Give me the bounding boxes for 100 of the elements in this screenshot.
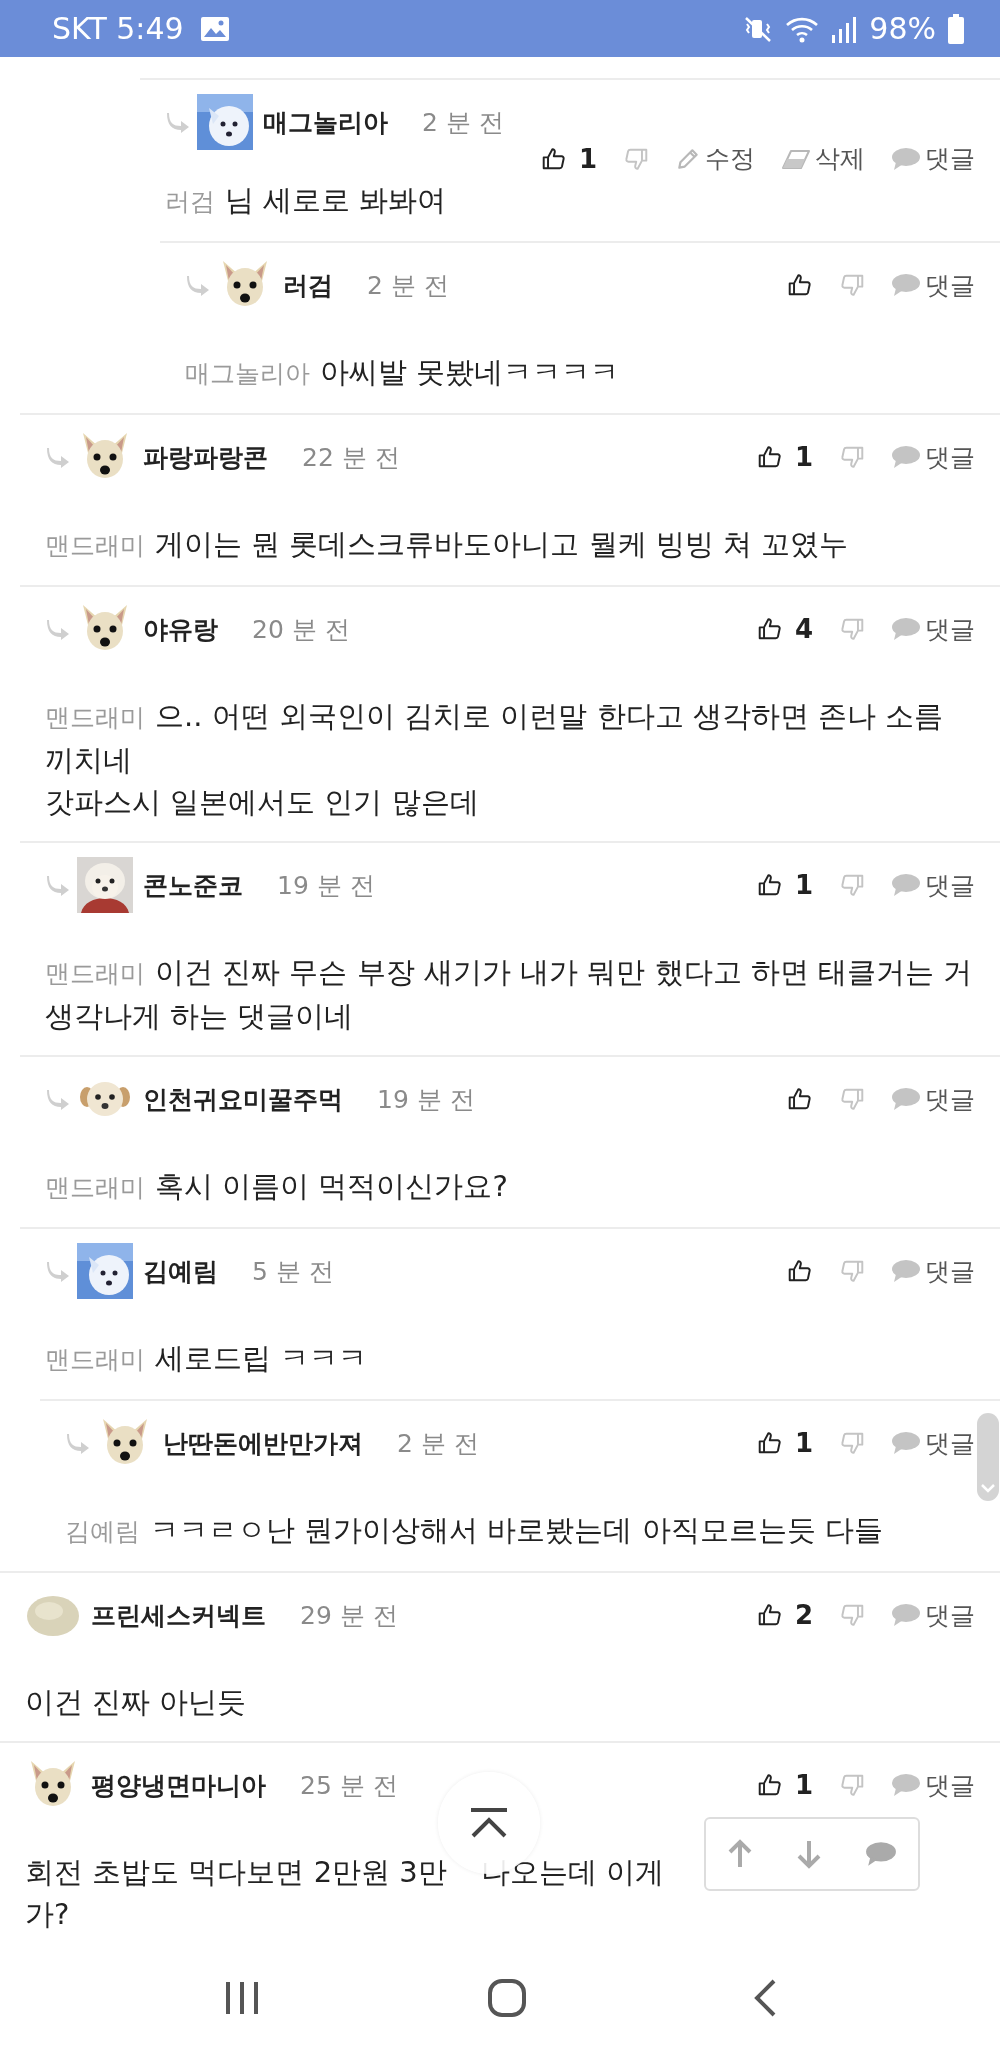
author-name: 콘노준코 — [143, 869, 243, 902]
speech-bubble-icon — [891, 1259, 921, 1283]
author-name: 김예림 — [143, 1255, 218, 1288]
dislike-button[interactable] — [839, 1258, 865, 1284]
comment-text: 러검 님 세로로 봐봐여 — [165, 182, 448, 219]
up-arrow-button[interactable] — [727, 1839, 754, 1869]
delete-button[interactable]: 삭제 — [781, 142, 865, 175]
thumbs-up-icon — [787, 272, 813, 298]
scroll-handle[interactable] — [977, 1413, 999, 1501]
dislike-button[interactable] — [839, 1772, 865, 1798]
comment-text: 맨드래미 세로드립 ㅋㅋㅋ — [45, 1340, 369, 1377]
reply-arrow-icon — [45, 1088, 71, 1110]
reply-button[interactable]: 댓글 — [891, 142, 975, 175]
like-button[interactable] — [787, 272, 813, 298]
speech-bubble-icon — [891, 445, 921, 469]
thumbs-down-icon — [839, 444, 865, 470]
thumbs-up-icon — [756, 616, 783, 642]
chevron-down-icon — [980, 1483, 996, 1493]
gallery-icon — [199, 15, 230, 42]
speech-bubble-icon — [864, 1841, 897, 1867]
reply-arrow-icon — [45, 874, 71, 896]
comment-text: 맨드래미 이건 진짜 무슨 부장 새기가 내가 뭐만 했다고 하면 태클거는 거 생각나게 하는 댓글이네 — [45, 954, 974, 1035]
reply-arrow-icon — [45, 446, 71, 468]
comment-text: 이건 진짜 아닌듯 — [25, 1684, 248, 1721]
thumbs-up-icon — [540, 145, 567, 172]
speech-bubble-icon — [891, 1087, 921, 1111]
speech-bubble-icon — [891, 873, 921, 897]
reply-arrow-icon — [65, 1432, 91, 1454]
reply-button[interactable]: 댓글 — [891, 612, 975, 646]
like-button[interactable]: 1 — [756, 442, 813, 472]
thumbs-down-icon — [839, 1258, 865, 1284]
reply-button[interactable]: 댓글 — [891, 1254, 975, 1288]
reply-button[interactable]: 댓글 — [891, 1082, 975, 1116]
thumbs-up-icon — [787, 1258, 813, 1284]
reply-arrow-icon — [185, 274, 211, 296]
carrier-time: SKT 5:49 — [52, 11, 184, 46]
timestamp: 2 분 전 — [367, 269, 449, 302]
author-name: 러검 — [283, 269, 333, 302]
dislike-button[interactable] — [839, 272, 865, 298]
speech-bubble-icon — [891, 146, 921, 171]
dislike-button[interactable] — [839, 1086, 865, 1112]
thumbs-down-icon — [839, 872, 865, 898]
author-name: 프린세스커넥트 — [91, 1599, 266, 1632]
comment-text: 나오는데 이게 — [480, 1855, 664, 1889]
reply-button[interactable]: 댓글 — [891, 1426, 975, 1460]
edit-button[interactable]: 수정 — [675, 142, 755, 175]
timestamp: 25 분 전 — [300, 1769, 398, 1802]
up-arrow-icon — [727, 1839, 754, 1869]
timestamp: 5 분 전 — [252, 1255, 334, 1288]
battery-percent: 98% — [869, 11, 936, 46]
dislike-button[interactable] — [839, 444, 865, 470]
timestamp: 20 분 전 — [252, 613, 350, 646]
timestamp: 2 분 전 — [422, 106, 504, 139]
like-button[interactable]: 1 — [756, 1428, 813, 1458]
dog-avatar — [197, 94, 253, 150]
comment-text: 갓파스시 일본에서도 인기 많은데 — [45, 784, 480, 821]
thumbs-up-icon — [756, 444, 783, 470]
comment-text: 가? — [25, 1896, 71, 1933]
reply-button[interactable]: 댓글 — [891, 268, 975, 302]
dislike-button[interactable] — [839, 616, 865, 642]
dog-avatar — [77, 857, 133, 913]
dog-avatar — [77, 1243, 133, 1299]
thumbs-up-icon — [787, 1086, 813, 1112]
thumbs-up-icon — [756, 872, 783, 898]
dislike-button[interactable] — [839, 1602, 865, 1628]
thumbs-up-icon — [756, 1602, 783, 1628]
like-button[interactable]: 1 — [756, 1770, 813, 1800]
thumbs-up-icon — [756, 1772, 783, 1798]
thumbs-up-icon — [756, 1430, 783, 1456]
timestamp: 19 분 전 — [277, 869, 375, 902]
comment-bubble-button[interactable] — [864, 1841, 897, 1867]
like-button[interactable]: 2 — [756, 1600, 813, 1630]
author-name: 평양냉면마니아 — [91, 1769, 266, 1802]
reply-button[interactable]: 댓글 — [891, 1598, 975, 1632]
down-arrow-button[interactable] — [796, 1839, 822, 1869]
comment-text: 회전 초밥도 먹다보면 2만원 3만 — [25, 1855, 447, 1889]
reply-button[interactable]: 댓글 — [891, 1768, 975, 1802]
like-button[interactable] — [787, 1086, 813, 1112]
comment-text: 매그놀리아 아씨발 못봤네ㅋㅋㅋㅋ — [185, 354, 621, 391]
like-button[interactable]: 1 — [540, 143, 597, 174]
comment-text: 맨드래미 게이는 뭔 롯데스크류바도아니고 뭘케 빙빙 쳐 꼬였누 — [45, 526, 850, 563]
dislike-button[interactable] — [839, 1430, 865, 1456]
eraser-icon — [781, 147, 811, 170]
reply-button[interactable]: 댓글 — [891, 440, 975, 474]
author-name: 파랑파랑콘 — [143, 441, 268, 474]
author-name: 매그놀리아 — [263, 106, 388, 139]
timestamp: 2 분 전 — [397, 1427, 479, 1460]
dislike-button[interactable] — [839, 872, 865, 898]
reply-button[interactable]: 댓글 — [891, 868, 975, 902]
signal-icon — [831, 14, 858, 43]
author-name: 인천귀요미꿀주먹 — [143, 1083, 343, 1116]
reply-arrow-icon — [165, 111, 191, 133]
speech-bubble-icon — [891, 1773, 921, 1797]
home-button[interactable] — [487, 1977, 527, 2018]
like-button[interactable] — [787, 1258, 813, 1284]
thumbs-down-icon — [839, 616, 865, 642]
speech-bubble-icon — [891, 1431, 921, 1455]
like-button[interactable]: 4 — [756, 614, 813, 644]
like-button[interactable]: 1 — [756, 870, 813, 900]
battery-icon — [948, 13, 964, 44]
